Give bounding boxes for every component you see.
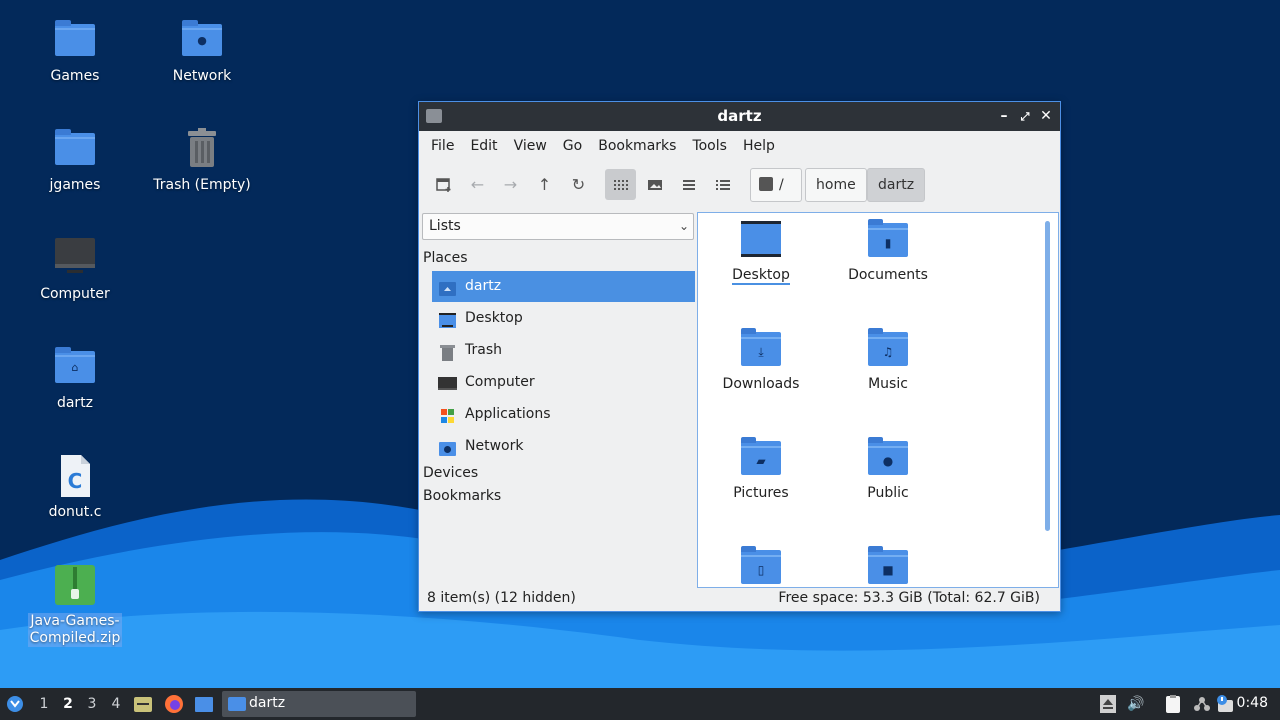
folder-icon — [55, 20, 95, 56]
trash-icon — [180, 127, 224, 171]
file-item-videos[interactable]: ■ — [833, 546, 943, 587]
workspace-2[interactable]: 2 — [59, 688, 77, 720]
eject-icon[interactable] — [1098, 694, 1118, 714]
trash-icon — [438, 342, 457, 361]
update-notifier-icon[interactable] — [1215, 694, 1235, 714]
c-source-file-icon: C — [53, 454, 97, 498]
clock[interactable]: 0:48 — [1237, 695, 1268, 711]
folder-icon — [55, 129, 95, 165]
desktop-folder-icon — [741, 219, 781, 259]
file-manager-launcher-icon[interactable] — [194, 694, 214, 714]
zip-archive-icon — [53, 563, 97, 607]
forward-icon[interactable]: → — [495, 169, 526, 200]
desktop-icon-computer[interactable]: Computer — [20, 236, 130, 303]
desktop-icon-games[interactable]: Games — [20, 18, 130, 85]
place-applications[interactable]: Applications — [432, 399, 695, 430]
file-item-documents[interactable]: ▮ Documents — [833, 219, 943, 283]
drive-icon — [759, 177, 773, 191]
desktop-icon-jgames[interactable]: jgames — [20, 127, 130, 194]
place-desktop[interactable]: Desktop — [432, 303, 695, 334]
workspace-3[interactable]: 3 — [83, 688, 101, 720]
compact-view-icon[interactable] — [673, 169, 704, 200]
window-titlebar[interactable]: dartz – ⤢ ✕ — [419, 102, 1060, 131]
volume-icon[interactable]: 🔊 — [1126, 694, 1146, 714]
desktop-icon-network[interactable]: ● Network — [147, 18, 257, 85]
minimize-icon[interactable]: – — [994, 102, 1014, 131]
file-manager-window[interactable]: dartz – ⤢ ✕ File Edit View Go Bookmarks … — [418, 101, 1061, 612]
reload-icon[interactable]: ↻ — [563, 169, 594, 200]
new-tab-icon[interactable] — [428, 169, 459, 200]
file-item-pictures[interactable]: ▰ Pictures — [706, 437, 816, 501]
menu-view[interactable]: View — [506, 138, 555, 154]
menu-tools[interactable]: Tools — [684, 138, 735, 154]
computer-icon — [53, 236, 97, 280]
file-item-downloads[interactable]: ⤓ Downloads — [706, 328, 816, 392]
breadcrumb-home[interactable]: home — [805, 168, 867, 202]
workspace-4[interactable]: 4 — [107, 688, 125, 720]
home-folder-icon: ⌂ — [55, 347, 95, 383]
up-icon[interactable]: ↑ — [529, 169, 560, 200]
detailed-list-view-icon[interactable] — [707, 169, 738, 200]
folder-icon — [426, 109, 442, 123]
taskbar-window-dartz[interactable]: dartz — [222, 691, 416, 717]
vertical-scrollbar[interactable] — [1045, 221, 1050, 531]
file-item-templates[interactable]: ▯ — [706, 546, 816, 587]
computer-icon — [438, 374, 457, 391]
breadcrumb-root[interactable]: / — [750, 168, 802, 202]
breadcrumb-dartz[interactable]: dartz — [867, 168, 926, 202]
network-icon — [438, 438, 457, 456]
workspace-1[interactable]: 1 — [35, 688, 53, 720]
place-trash[interactable]: Trash — [432, 335, 695, 366]
network-tray-icon[interactable] — [1192, 694, 1212, 714]
bookmarks-heading[interactable]: Bookmarks — [423, 488, 501, 504]
file-view[interactable]: Desktop ▮ Documents ⤓ Downloads ♫ Music … — [697, 212, 1059, 588]
taskbar: 1 2 3 4 dartz 🔊 0:48 — [0, 688, 1280, 720]
file-item-music[interactable]: ♫ Music — [833, 328, 943, 392]
desktop-icon-dartz[interactable]: ⌂ dartz — [20, 345, 130, 412]
place-computer[interactable]: Computer — [432, 367, 695, 398]
svg-text:C: C — [68, 469, 83, 493]
desktop-icon-donut-c[interactable]: C donut.c — [20, 454, 130, 521]
thumbnail-view-icon[interactable] — [639, 169, 670, 200]
toolbar: ← → ↑ ↻ — [419, 161, 1060, 211]
close-icon[interactable]: ✕ — [1036, 102, 1056, 131]
place-dartz[interactable]: dartz — [432, 271, 695, 302]
menu-bar: File Edit View Go Bookmarks Tools Help — [419, 131, 1060, 161]
file-item-public[interactable]: ● Public — [833, 437, 943, 501]
menu-go[interactable]: Go — [555, 138, 590, 154]
applications-icon — [438, 406, 457, 423]
maximize-icon[interactable]: ⤢ — [1015, 102, 1035, 131]
menu-edit[interactable]: Edit — [462, 138, 505, 154]
network-folder-icon: ● — [182, 20, 222, 56]
status-bar: 8 item(s) (12 hidden) Free space: 53.3 G… — [419, 587, 1060, 611]
place-network[interactable]: Network — [432, 431, 695, 462]
clipboard-icon[interactable] — [1163, 694, 1183, 714]
menu-bookmarks[interactable]: Bookmarks — [590, 138, 684, 154]
desktop-icon — [438, 310, 457, 328]
side-pane-mode-select[interactable]: Lists ⌄ — [422, 213, 694, 240]
app-menu-icon[interactable] — [5, 694, 25, 714]
places-heading: Places — [423, 250, 468, 266]
desktop-icon-java-games-zip[interactable]: Java-Games- Compiled.zip — [20, 563, 130, 647]
status-free-space: Free space: 53.3 GiB (Total: 62.7 GiB) — [778, 590, 1040, 606]
home-icon — [438, 278, 457, 296]
back-icon[interactable]: ← — [462, 169, 493, 200]
status-item-count: 8 item(s) (12 hidden) — [427, 590, 576, 606]
folder-icon — [228, 697, 246, 711]
firefox-icon[interactable] — [164, 694, 184, 714]
devices-heading[interactable]: Devices — [423, 465, 478, 481]
desktop-icon-trash[interactable]: Trash (Empty) — [147, 127, 257, 194]
menu-help[interactable]: Help — [735, 138, 783, 154]
show-desktop-icon[interactable] — [133, 694, 153, 714]
menu-file[interactable]: File — [423, 138, 462, 154]
window-title: dartz — [717, 107, 762, 125]
chevron-down-icon: ⌄ — [678, 219, 689, 233]
file-item-desktop[interactable]: Desktop — [706, 219, 816, 285]
icon-view-icon[interactable] — [605, 169, 636, 200]
